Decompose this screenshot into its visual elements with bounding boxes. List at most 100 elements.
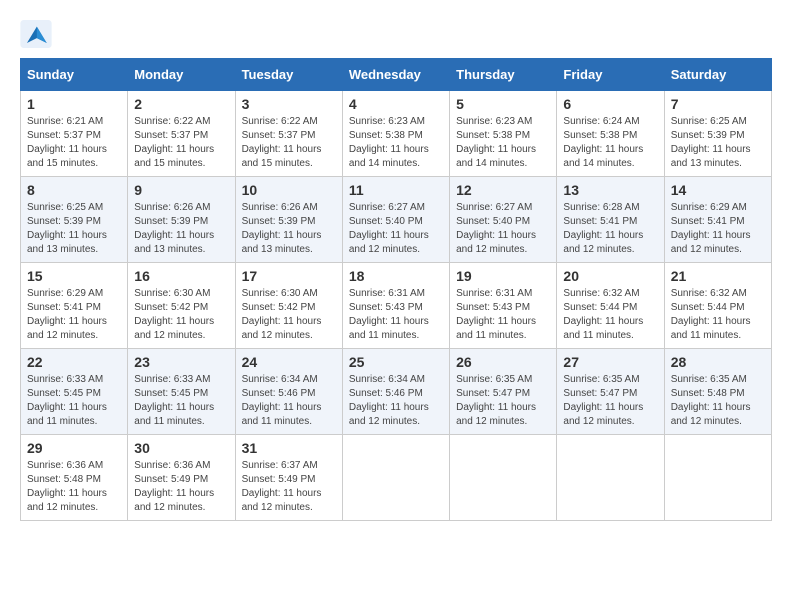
calendar-cell: 14 Sunrise: 6:29 AMSunset: 5:41 PMDayligh… [664,177,771,263]
day-info: Sunrise: 6:29 AMSunset: 5:41 PMDaylight:… [27,287,121,343]
calendar-week-row: 8Sunrise: 6:25 AMSunset: 5:39 PMDaylight… [21,177,772,263]
logo-icon [20,20,52,48]
day-number: 23 [134,354,228,370]
day-info: Sunrise: 6:37 AMSunset: 5:49 PMDaylight:… [242,459,336,515]
day-number: 25 [349,354,443,370]
calendar-cell: 18 Sunrise: 6:31 AMSunset: 5:43 PMDayligh… [342,263,449,349]
header-saturday: Saturday [664,59,771,91]
calendar-cell: 31 Sunrise: 6:37 AMSunset: 5:49 PMDayligh… [235,435,342,521]
day-info: Sunrise: 6:29 AMSunset: 5:41 PMDaylight:… [671,201,765,257]
calendar-cell: 17 Sunrise: 6:30 AMSunset: 5:42 PMDayligh… [235,263,342,349]
day-number: 4 [349,96,443,112]
calendar-table: SundayMondayTuesdayWednesdayThursdayFrid… [20,58,772,521]
day-info: Sunrise: 6:32 AMSunset: 5:44 PMDaylight:… [563,287,657,343]
calendar-cell: 3Sunrise: 6:22 AMSunset: 5:37 PMDaylight… [235,91,342,177]
calendar-cell: 10Sunrise: 6:26 AMSunset: 5:39 PMDayligh… [235,177,342,263]
day-info: Sunrise: 6:35 AMSunset: 5:48 PMDaylight:… [671,373,765,429]
day-info: Sunrise: 6:27 AMSunset: 5:40 PMDaylight:… [349,201,443,257]
day-number: 11 [349,182,443,198]
header [20,20,772,48]
day-number: 18 [349,268,443,284]
calendar-cell: 16 Sunrise: 6:30 AMSunset: 5:42 PMDayligh… [128,263,235,349]
calendar-cell [664,435,771,521]
day-info: Sunrise: 6:31 AMSunset: 5:43 PMDaylight:… [349,287,443,343]
calendar-cell: 30Sunrise: 6:36 AMSunset: 5:49 PMDayligh… [128,435,235,521]
calendar-header-row: SundayMondayTuesdayWednesdayThursdayFrid… [21,59,772,91]
day-info: Sunrise: 6:35 AMSunset: 5:47 PMDaylight:… [563,373,657,429]
day-number: 30 [134,440,228,456]
day-number: 7 [671,96,765,112]
calendar-cell: 24 Sunrise: 6:34 AMSunset: 5:46 PMDayligh… [235,349,342,435]
day-info: Sunrise: 6:27 AMSunset: 5:40 PMDaylight:… [456,201,550,257]
calendar-week-row: 1 Sunrise: 6:21 AMSunset: 5:37 PMDaylight… [21,91,772,177]
day-info: Sunrise: 6:35 AMSunset: 5:47 PMDaylight:… [456,373,550,429]
day-info: Sunrise: 6:30 AMSunset: 5:42 PMDaylight:… [134,287,228,343]
day-info: Sunrise: 6:23 AMSunset: 5:38 PMDaylight:… [349,115,443,171]
day-info: Sunrise: 6:24 AMSunset: 5:38 PMDaylight:… [563,115,657,171]
day-number: 14 [671,182,765,198]
header-friday: Friday [557,59,664,91]
calendar-cell [342,435,449,521]
calendar-cell: 8Sunrise: 6:25 AMSunset: 5:39 PMDaylight… [21,177,128,263]
day-number: 10 [242,182,336,198]
day-number: 20 [563,268,657,284]
calendar-cell: 15 Sunrise: 6:29 AMSunset: 5:41 PMDayligh… [21,263,128,349]
day-info: Sunrise: 6:34 AMSunset: 5:46 PMDaylight:… [349,373,443,429]
calendar-cell: 25 Sunrise: 6:34 AMSunset: 5:46 PMDayligh… [342,349,449,435]
calendar-cell [557,435,664,521]
day-info: Sunrise: 6:36 AMSunset: 5:48 PMDaylight:… [27,459,121,515]
day-number: 24 [242,354,336,370]
day-info: Sunrise: 6:34 AMSunset: 5:46 PMDaylight:… [242,373,336,429]
header-sunday: Sunday [21,59,128,91]
day-number: 6 [563,96,657,112]
calendar-cell: 7 Sunrise: 6:25 AMSunset: 5:39 PMDaylight… [664,91,771,177]
header-tuesday: Tuesday [235,59,342,91]
day-number: 1 [27,96,121,112]
day-number: 16 [134,268,228,284]
calendar-cell: 26 Sunrise: 6:35 AMSunset: 5:47 PMDayligh… [450,349,557,435]
calendar-cell: 11 Sunrise: 6:27 AMSunset: 5:40 PMDayligh… [342,177,449,263]
day-info: Sunrise: 6:25 AMSunset: 5:39 PMDaylight:… [671,115,765,171]
day-number: 19 [456,268,550,284]
calendar-cell: 12 Sunrise: 6:27 AMSunset: 5:40 PMDayligh… [450,177,557,263]
calendar-cell: 5 Sunrise: 6:23 AMSunset: 5:38 PMDaylight… [450,91,557,177]
day-info: Sunrise: 6:26 AMSunset: 5:39 PMDaylight:… [134,201,228,257]
calendar-week-row: 15 Sunrise: 6:29 AMSunset: 5:41 PMDayligh… [21,263,772,349]
day-number: 9 [134,182,228,198]
day-info: Sunrise: 6:33 AMSunset: 5:45 PMDaylight:… [134,373,228,429]
day-info: Sunrise: 6:21 AMSunset: 5:37 PMDaylight:… [27,115,121,171]
header-wednesday: Wednesday [342,59,449,91]
day-number: 21 [671,268,765,284]
header-monday: Monday [128,59,235,91]
calendar-cell: 2Sunrise: 6:22 AMSunset: 5:37 PMDaylight… [128,91,235,177]
day-number: 17 [242,268,336,284]
calendar-cell: 1 Sunrise: 6:21 AMSunset: 5:37 PMDaylight… [21,91,128,177]
day-number: 31 [242,440,336,456]
day-info: Sunrise: 6:32 AMSunset: 5:44 PMDaylight:… [671,287,765,343]
day-info: Sunrise: 6:23 AMSunset: 5:38 PMDaylight:… [456,115,550,171]
day-info: Sunrise: 6:22 AMSunset: 5:37 PMDaylight:… [134,115,228,171]
day-number: 13 [563,182,657,198]
day-number: 29 [27,440,121,456]
calendar-cell: 23 Sunrise: 6:33 AMSunset: 5:45 PMDayligh… [128,349,235,435]
calendar-week-row: 29 Sunrise: 6:36 AMSunset: 5:48 PMDayligh… [21,435,772,521]
day-number: 26 [456,354,550,370]
day-info: Sunrise: 6:31 AMSunset: 5:43 PMDaylight:… [456,287,550,343]
day-number: 3 [242,96,336,112]
day-number: 22 [27,354,121,370]
day-number: 27 [563,354,657,370]
day-number: 12 [456,182,550,198]
day-info: Sunrise: 6:25 AMSunset: 5:39 PMDaylight:… [27,201,121,257]
calendar-cell: 27 Sunrise: 6:35 AMSunset: 5:47 PMDayligh… [557,349,664,435]
calendar-week-row: 22 Sunrise: 6:33 AMSunset: 5:45 PMDayligh… [21,349,772,435]
calendar-cell: 28 Sunrise: 6:35 AMSunset: 5:48 PMDayligh… [664,349,771,435]
calendar-cell: 6 Sunrise: 6:24 AMSunset: 5:38 PMDaylight… [557,91,664,177]
day-number: 5 [456,96,550,112]
day-info: Sunrise: 6:30 AMSunset: 5:42 PMDaylight:… [242,287,336,343]
day-number: 15 [27,268,121,284]
calendar-cell: 29 Sunrise: 6:36 AMSunset: 5:48 PMDayligh… [21,435,128,521]
calendar-cell: 19 Sunrise: 6:31 AMSunset: 5:43 PMDayligh… [450,263,557,349]
calendar-cell: 22Sunrise: 6:33 AMSunset: 5:45 PMDayligh… [21,349,128,435]
day-number: 28 [671,354,765,370]
calendar-cell: 9 Sunrise: 6:26 AMSunset: 5:39 PMDaylight… [128,177,235,263]
